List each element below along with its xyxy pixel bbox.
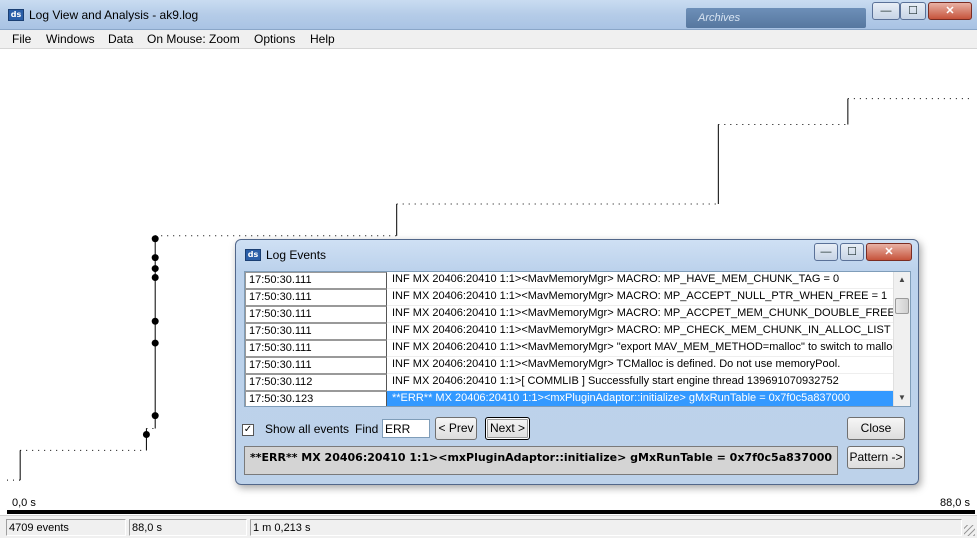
- plot-divider: [7, 510, 975, 514]
- list-item[interactable]: 17:50:30.112 INF MX 20406:20410 1:1>[ COM…: [245, 374, 895, 391]
- resize-grip[interactable]: [964, 525, 975, 536]
- error-event-marker[interactable]: [151, 317, 159, 325]
- menu-file[interactable]: File: [12, 32, 31, 46]
- dialog-maximize-button[interactable]: ☐: [840, 243, 864, 261]
- status-duration: 88,0 s: [129, 519, 247, 536]
- event-time: 17:50:30.112: [245, 374, 387, 391]
- find-label: Find: [355, 422, 379, 436]
- event-time: 17:50:30.123: [245, 391, 387, 406]
- scroll-thumb[interactable]: [895, 298, 909, 314]
- error-event-marker[interactable]: [142, 430, 150, 438]
- show-all-events-checkbox[interactable]: ✓: [242, 424, 254, 436]
- menu-help[interactable]: Help: [310, 32, 335, 46]
- event-message: INF MX 20406:20410 1:1><MavMemoryMgr> MA…: [387, 306, 895, 323]
- dialog-title: Log Events: [266, 248, 327, 262]
- event-time: 17:50:30.111: [245, 306, 387, 323]
- scroll-down-arrow-icon[interactable]: ▼: [894, 390, 910, 406]
- window-title: Log View and Analysis - ak9.log: [29, 8, 199, 22]
- list-item[interactable]: 17:50:30.111 INF MX 20406:20410 1:1><MavM…: [245, 289, 895, 306]
- error-event-marker[interactable]: [151, 274, 159, 282]
- log-events-dialog: ds Log Events — ☐ ✕ 17:50:30.111 INF MX 2…: [235, 239, 919, 485]
- event-message: INF MX 20406:20410 1:1><MavMemoryMgr> TC…: [387, 357, 895, 374]
- error-event-marker[interactable]: [151, 339, 159, 347]
- status-cursor-position: 1 m 0,213 s: [250, 519, 962, 536]
- list-item[interactable]: 17:50:30.111 INF MX 20406:20410 1:1><MavM…: [245, 306, 895, 323]
- list-item[interactable]: 17:50:30.111 INF MX 20406:20410 1:1><MavM…: [245, 357, 895, 374]
- list-item[interactable]: 17:50:30.123 **ERR** MX 20406:20410 1:1><…: [245, 391, 895, 406]
- close-window-button[interactable]: ✕: [928, 2, 972, 20]
- x-axis-start-label: 0,0 s: [12, 497, 36, 509]
- event-message: INF MX 20406:20410 1:1><MavMemoryMgr> MA…: [387, 272, 895, 289]
- pattern-button[interactable]: Pattern ->: [847, 446, 905, 469]
- menu-windows[interactable]: Windows: [46, 32, 95, 46]
- event-time: 17:50:30.111: [245, 357, 387, 374]
- x-axis-end-label: 88,0 s: [940, 497, 970, 509]
- error-event-marker[interactable]: [151, 235, 159, 243]
- error-event-marker[interactable]: [151, 412, 159, 420]
- error-event-marker[interactable]: [151, 254, 159, 262]
- selected-event-detail: **ERR** MX 20406:20410 1:1><mxPluginAdap…: [244, 446, 838, 475]
- scroll-up-arrow-icon[interactable]: ▲: [894, 272, 910, 288]
- prev-button[interactable]: < Prev: [435, 417, 477, 440]
- menu-bar: File Windows Data On Mouse: Zoom Options…: [0, 30, 977, 49]
- list-item[interactable]: 17:50:30.111 INF MX 20406:20410 1:1><MavM…: [245, 272, 895, 289]
- event-message: INF MX 20406:20410 1:1><MavMemoryMgr> MA…: [387, 289, 895, 306]
- title-bar: ds Log View and Analysis - ak9.log Archi…: [0, 0, 977, 30]
- status-bar: 4709 events 88,0 s 1 m 0,213 s: [0, 515, 977, 538]
- list-item[interactable]: 17:50:30.111 INF MX 20406:20410 1:1><MavM…: [245, 340, 895, 357]
- event-message: INF MX 20406:20410 1:1><MavMemoryMgr> "e…: [387, 340, 895, 357]
- event-time: 17:50:30.111: [245, 323, 387, 340]
- dialog-icon: ds: [245, 249, 261, 261]
- minimize-button[interactable]: —: [872, 2, 900, 20]
- event-time: 17:50:30.111: [245, 289, 387, 306]
- event-message: INF MX 20406:20410 1:1>[ COMMLIB ] Succe…: [387, 374, 895, 391]
- menu-options[interactable]: Options: [254, 32, 295, 46]
- maximize-button[interactable]: ☐: [900, 2, 926, 20]
- menu-data[interactable]: Data: [108, 32, 133, 46]
- status-event-count: 4709 events: [6, 519, 126, 536]
- dialog-minimize-button[interactable]: —: [814, 243, 838, 261]
- error-event-marker[interactable]: [151, 265, 159, 273]
- event-message: INF MX 20406:20410 1:1><MavMemoryMgr> MA…: [387, 323, 895, 340]
- event-time: 17:50:30.111: [245, 340, 387, 357]
- log-event-list[interactable]: 17:50:30.111 INF MX 20406:20410 1:1><MavM…: [244, 271, 911, 407]
- find-input[interactable]: ERR: [382, 419, 430, 438]
- list-item[interactable]: 17:50:30.111 INF MX 20406:20410 1:1><MavM…: [245, 323, 895, 340]
- event-message: **ERR** MX 20406:20410 1:1><mxPluginAdap…: [387, 391, 895, 406]
- dialog-close-button[interactable]: ✕: [866, 243, 912, 261]
- event-time: 17:50:30.111: [245, 272, 387, 289]
- show-all-events-label[interactable]: Show all events: [265, 422, 349, 436]
- list-scrollbar[interactable]: ▲ ▼: [893, 272, 910, 406]
- app-icon: ds: [8, 9, 24, 21]
- background-window-tab[interactable]: Archives: [686, 8, 866, 28]
- next-button[interactable]: Next >: [485, 417, 530, 440]
- menu-on-mouse-zoom[interactable]: On Mouse: Zoom: [147, 32, 240, 46]
- close-button[interactable]: Close: [847, 417, 905, 440]
